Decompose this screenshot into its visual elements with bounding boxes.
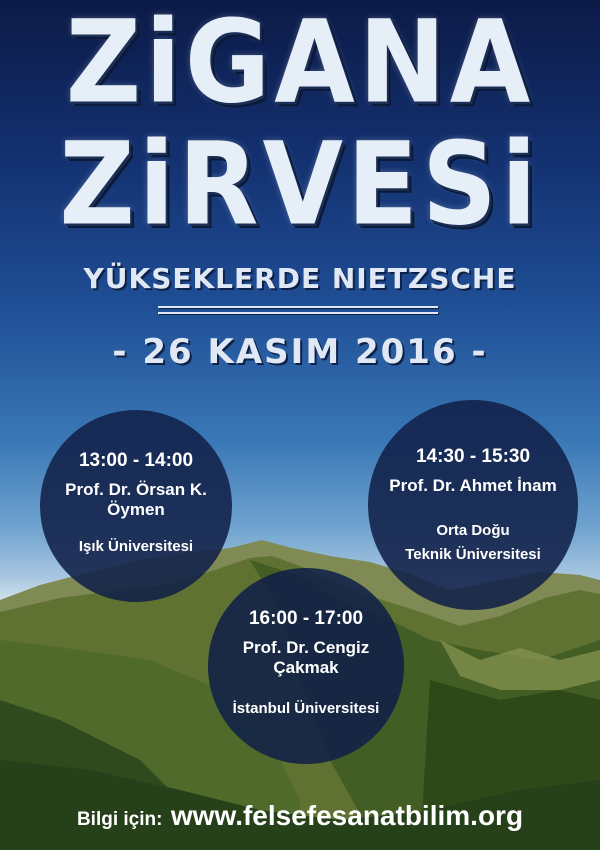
title-line-1: ZiGANA <box>65 0 535 130</box>
session-time: 13:00 - 14:00 <box>78 450 194 471</box>
session-institution: Işık Üniversitesi <box>78 538 194 555</box>
session-circle-1: 13:00 - 14:00 Prof. Dr. Örsan K. Öymen I… <box>40 410 232 602</box>
session-institution-line-1: Orta Doğu <box>436 522 510 539</box>
subtitle: YÜKSEKLERDE NIETZSCHE <box>83 262 517 295</box>
website-link[interactable]: www.felsefesanatbilim.org <box>171 800 523 831</box>
session-speaker: Prof. Dr. Cengiz Çakmak <box>242 638 370 677</box>
session-circle-3: 16:00 - 17:00 Prof. Dr. Cengiz Çakmak İs… <box>208 568 404 764</box>
session-institution: İstanbul Üniversitesi <box>232 700 380 717</box>
event-date: - 26 KASIM 2016 - <box>112 332 488 372</box>
session-time: 14:30 - 15:30 <box>415 446 531 467</box>
info-label: Bilgi için: <box>76 809 163 830</box>
session-institution-line-2: Teknik Üniversitesi <box>405 546 541 563</box>
divider-line <box>158 312 438 314</box>
session-speaker: Prof. Dr. Örsan K. Öymen <box>65 480 207 519</box>
divider-line <box>158 306 438 308</box>
event-poster: ZiGANA ZiRVESi YÜKSEKLERDE NIETZSCHE - 2… <box>0 0 600 850</box>
session-circle-2: 14:30 - 15:30 Prof. Dr. Ahmet İnam Orta … <box>368 400 578 610</box>
session-speaker: Prof. Dr. Ahmet İnam <box>389 476 557 495</box>
title-line-2: ZiRVESi <box>59 116 541 252</box>
session-time: 16:00 - 17:00 <box>248 608 364 629</box>
info-footer: Bilgi için: www.felsefesanatbilim.org <box>0 800 600 832</box>
